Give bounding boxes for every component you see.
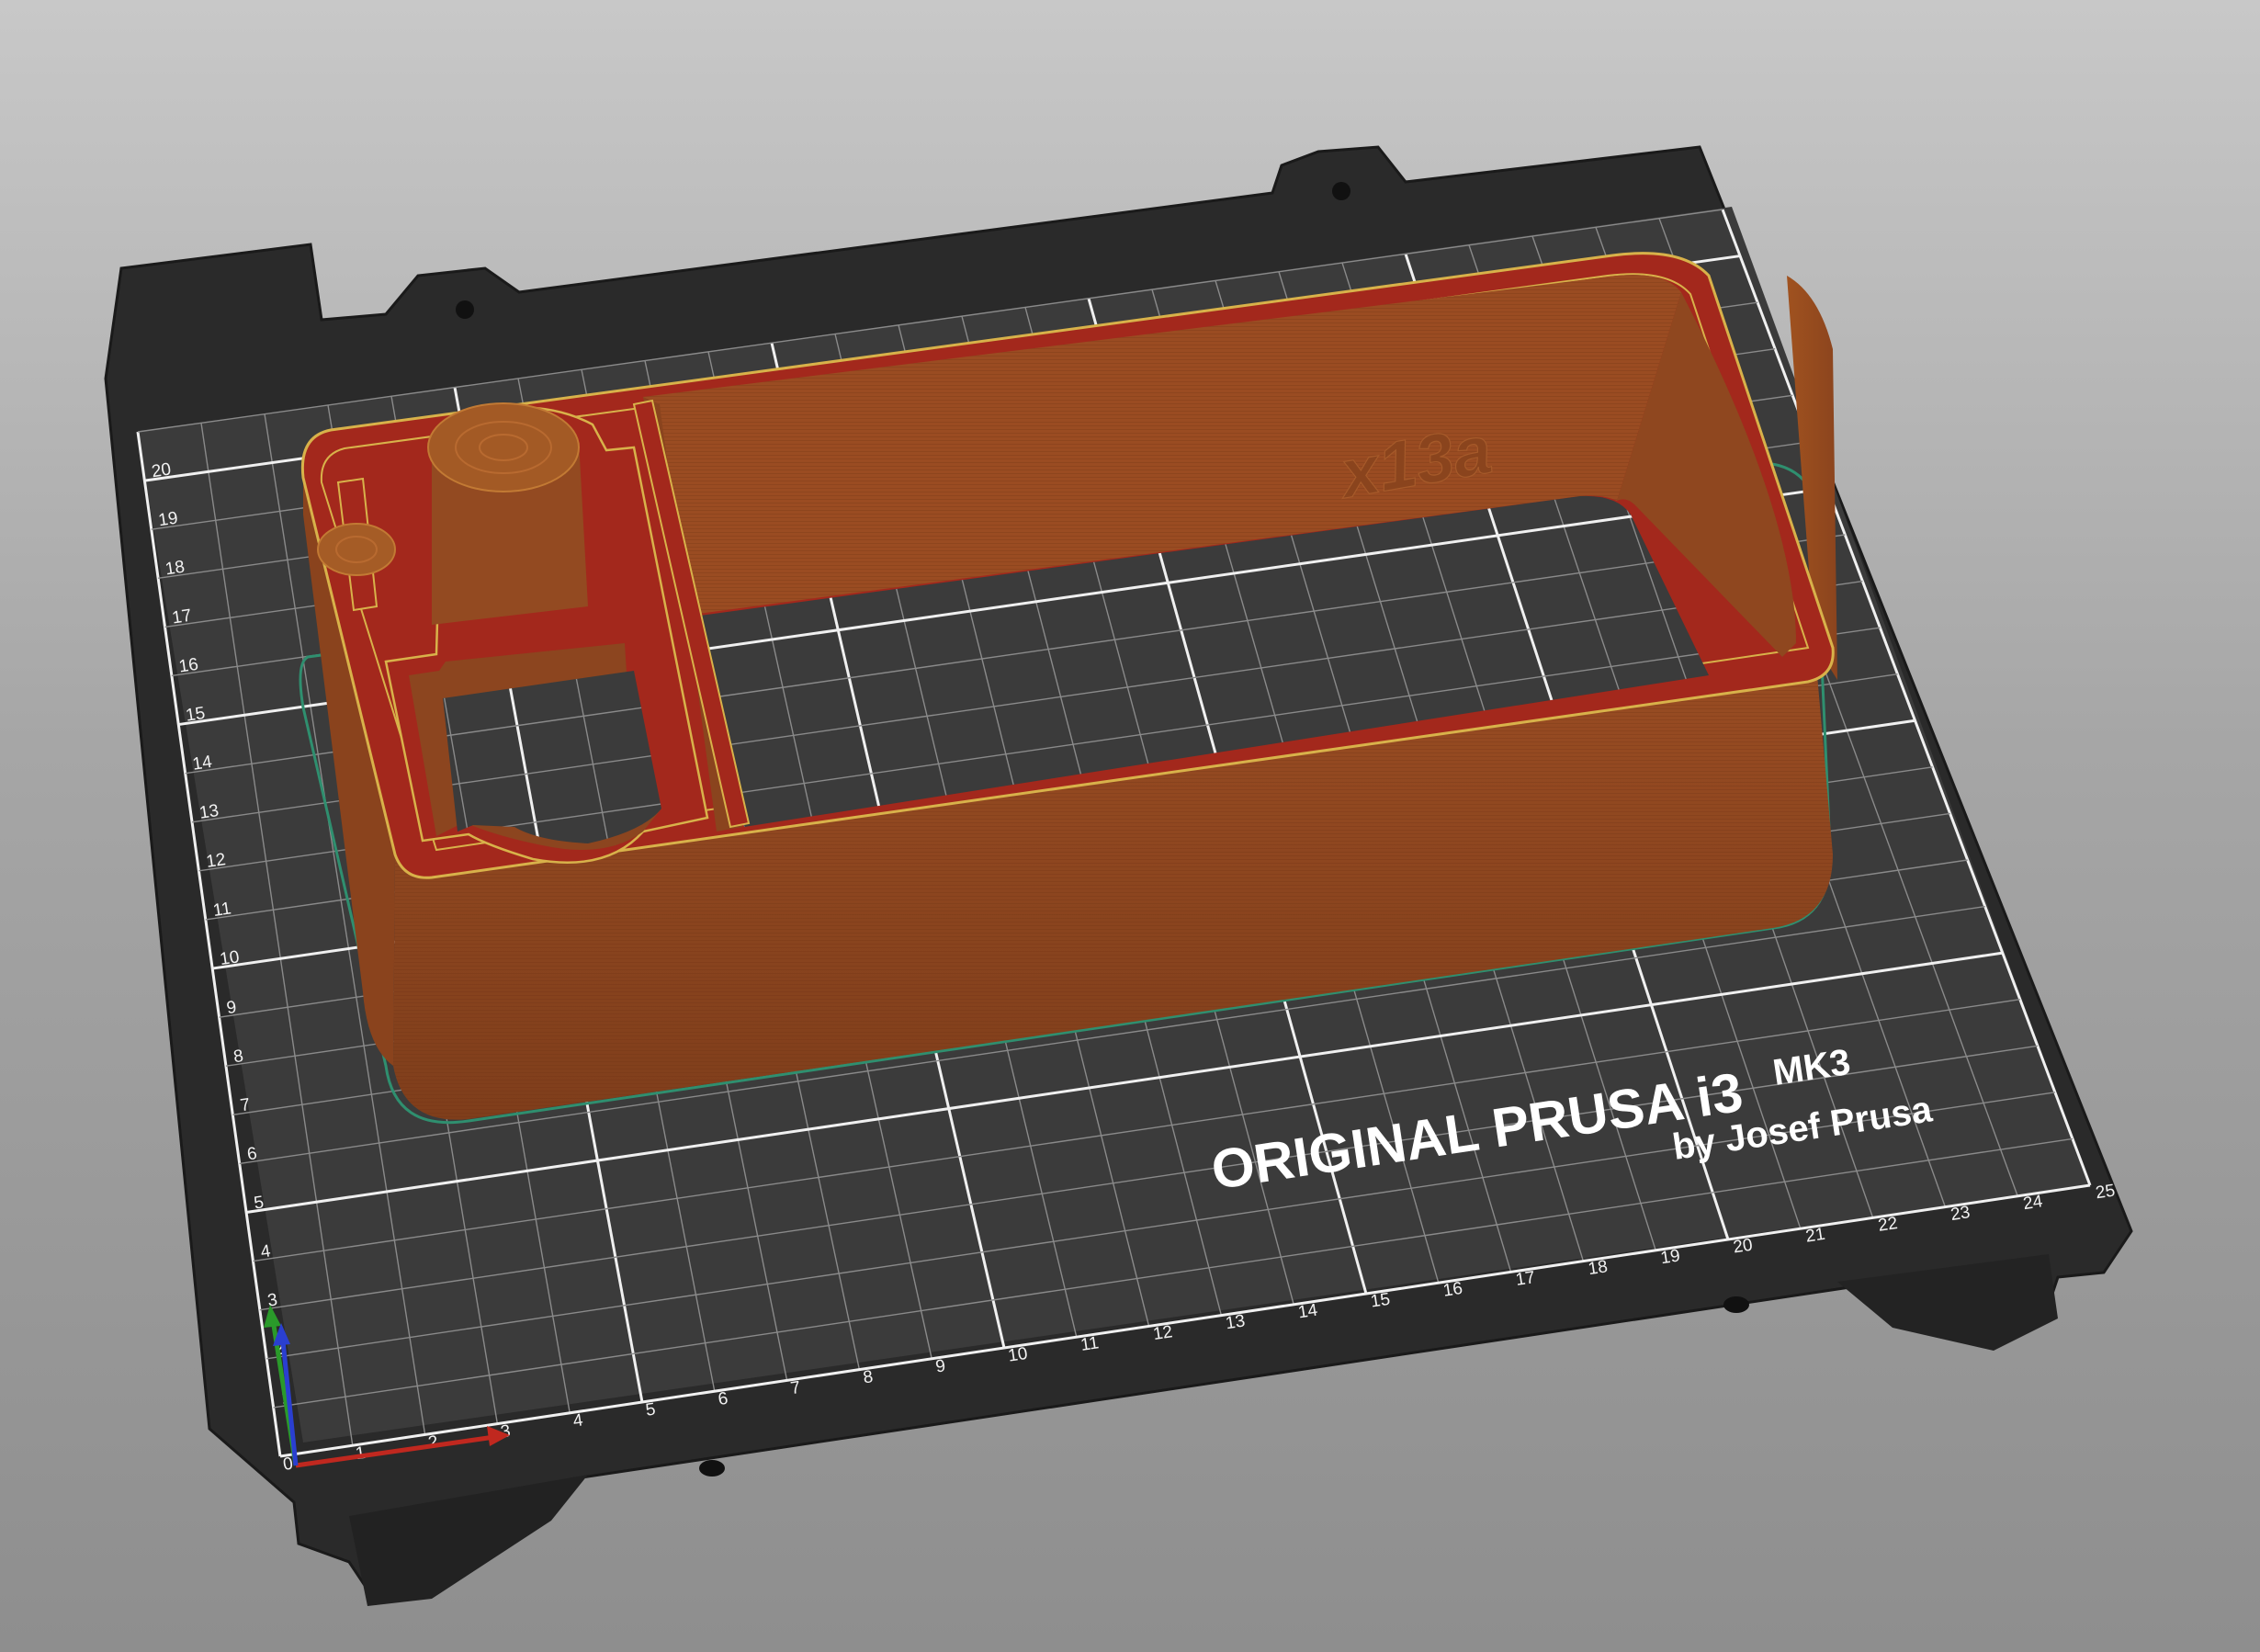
plater-scene[interactable]: 012345678910 11 12 13 14 15 16 17 18 19 20 21 22 23 24… [0, 0, 2260, 1652]
x-tick-label: 20 [1732, 1236, 1754, 1258]
bed-mount-hole [1332, 182, 1350, 200]
x-tick-label: 18 [1587, 1257, 1609, 1279]
y-tick-label: 13 [198, 801, 220, 823]
y-tick-label: 20 [151, 459, 173, 481]
x-tick-label: 14 [1297, 1300, 1319, 1322]
y-tick-label: 12 [205, 850, 227, 872]
cylinder-boss-top [427, 402, 580, 492]
y-tick-label: 15 [185, 704, 207, 726]
3d-viewport[interactable]: 0 1 2 3 4 5 6 7 8 9 10 11 12 13 14 15 16 17 18 19 20 21 22 23 24… [0, 0, 2260, 1652]
x-tick-label: 19 [1659, 1246, 1681, 1268]
x-tick-label: 15 [1370, 1290, 1392, 1312]
bed-mount-hole [456, 300, 474, 319]
x-tick-label: 24 [2022, 1192, 2044, 1214]
x-tick-label: 10 [1007, 1344, 1029, 1366]
x-tick-label: 23 [1949, 1203, 1972, 1225]
bed-mount-hole [1723, 1296, 1749, 1313]
y-tick-label: 10 [219, 947, 241, 969]
x-tick-label: 11 [1079, 1333, 1101, 1355]
y-tick-label: 14 [191, 752, 213, 775]
y-tick-label: 16 [177, 655, 199, 677]
y-tick-label: 18 [164, 558, 186, 580]
x-tick-label: 21 [1804, 1225, 1826, 1247]
x-tick-label: 16 [1441, 1279, 1463, 1301]
x-tick-label: 17 [1514, 1268, 1536, 1290]
x-tick-label: 22 [1877, 1214, 1899, 1236]
x-tick-label: 12 [1152, 1322, 1174, 1344]
y-tick-label: 17 [171, 606, 193, 628]
pin-cap [317, 523, 396, 576]
x-tick-label: 25 [2095, 1181, 2117, 1203]
x-tick-label: 13 [1225, 1311, 1247, 1333]
small-compartment-opening [443, 671, 661, 843]
bed-mount-hole [699, 1460, 725, 1477]
y-tick-label: 19 [157, 508, 179, 530]
y-tick-label: 11 [211, 899, 232, 921]
